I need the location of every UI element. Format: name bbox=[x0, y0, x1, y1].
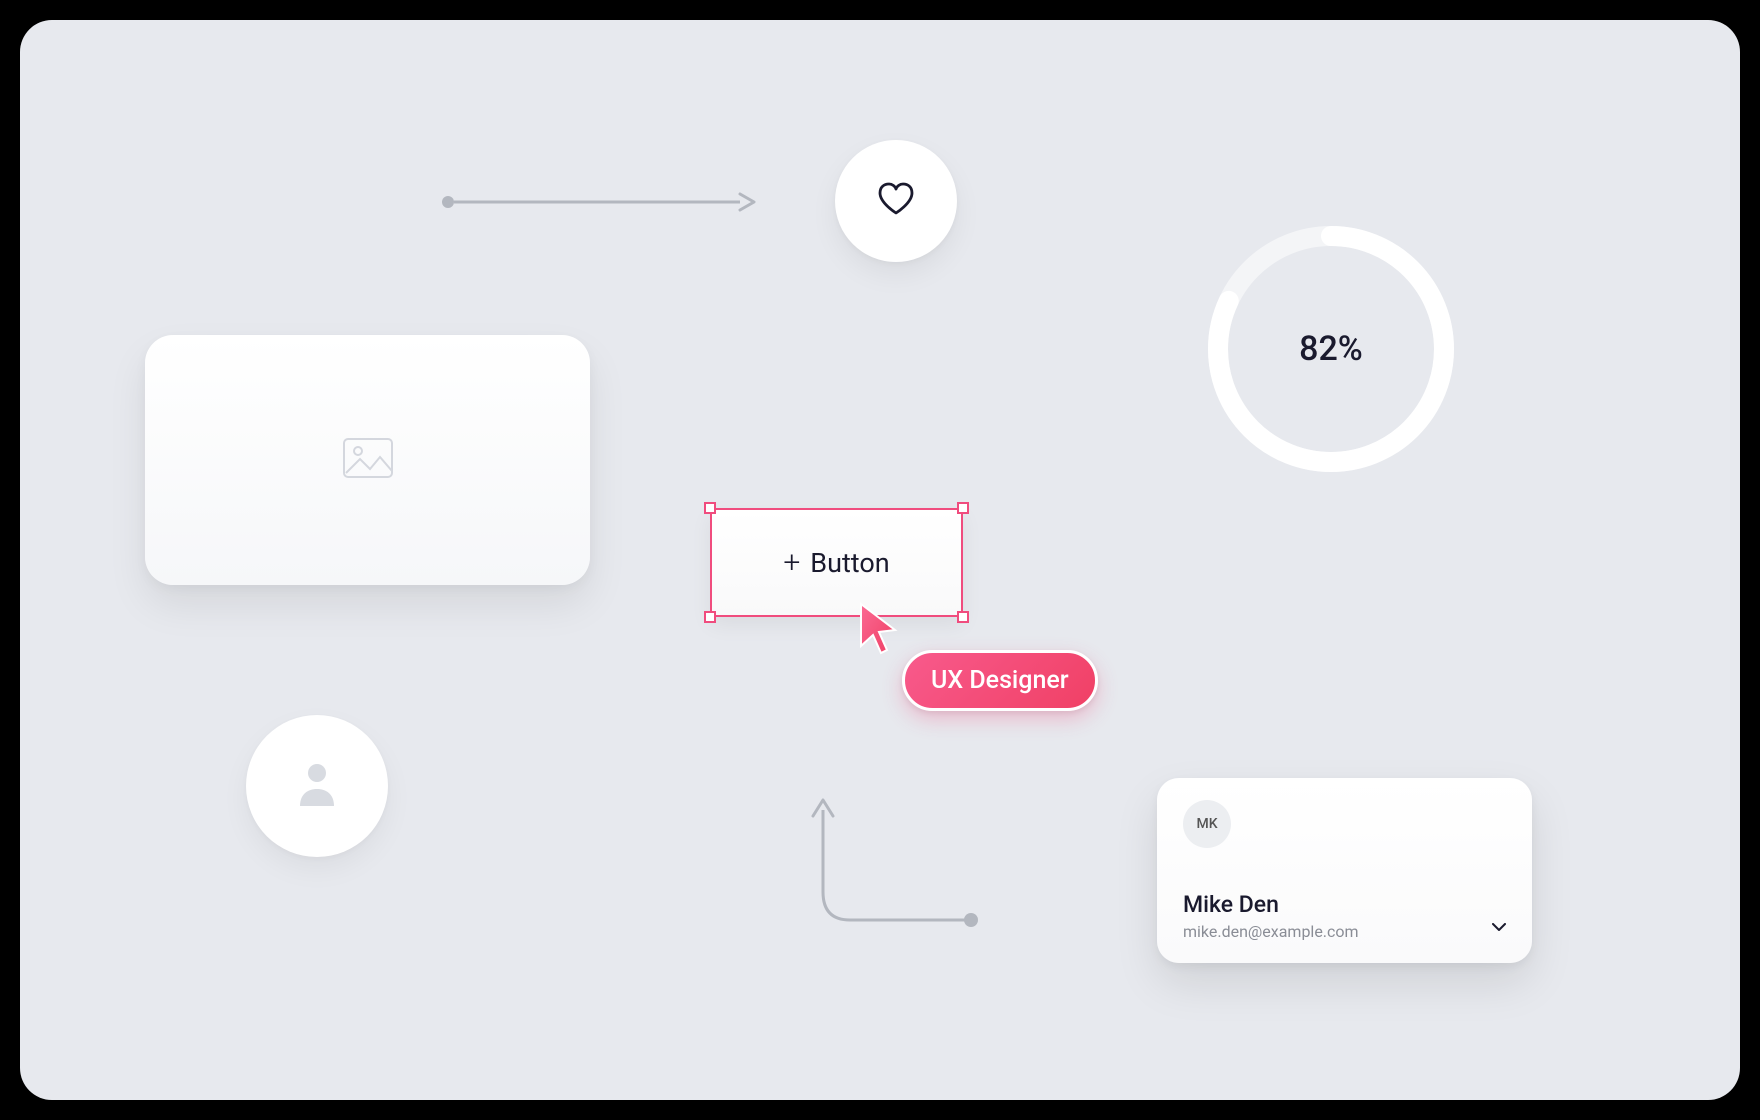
image-placeholder-card[interactable] bbox=[145, 335, 590, 585]
user-name: Mike Den bbox=[1183, 891, 1359, 918]
user-avatar: MK bbox=[1183, 800, 1231, 848]
collaborator-label: UX Designer bbox=[902, 650, 1098, 711]
arrow-curved-connector bbox=[795, 792, 985, 932]
user-email: mike.den@example.com bbox=[1183, 922, 1359, 941]
image-icon bbox=[342, 437, 394, 483]
plus-icon: + bbox=[783, 548, 800, 578]
selection-box[interactable]: + Button bbox=[710, 508, 963, 617]
user-card[interactable]: MK Mike Den mike.den@example.com bbox=[1157, 778, 1532, 963]
add-button[interactable]: + Button bbox=[710, 508, 963, 617]
avatar-placeholder[interactable] bbox=[246, 715, 388, 857]
resize-handle-br[interactable] bbox=[957, 611, 969, 623]
progress-ring: 82% bbox=[1200, 218, 1462, 480]
progress-value: 82% bbox=[1299, 329, 1363, 369]
heart-icon bbox=[877, 182, 915, 220]
collaborator-cursor bbox=[857, 602, 901, 656]
favorite-button[interactable] bbox=[835, 140, 957, 262]
design-canvas: 82% + Button UX Designer bbox=[20, 20, 1740, 1100]
button-label: Button bbox=[810, 547, 889, 579]
resize-handle-tl[interactable] bbox=[704, 502, 716, 514]
arrow-right-connector bbox=[440, 187, 760, 217]
person-icon bbox=[296, 760, 338, 812]
resize-handle-tr[interactable] bbox=[957, 502, 969, 514]
chevron-down-icon bbox=[1492, 916, 1506, 935]
resize-handle-bl[interactable] bbox=[704, 611, 716, 623]
expand-button[interactable] bbox=[1492, 916, 1506, 935]
